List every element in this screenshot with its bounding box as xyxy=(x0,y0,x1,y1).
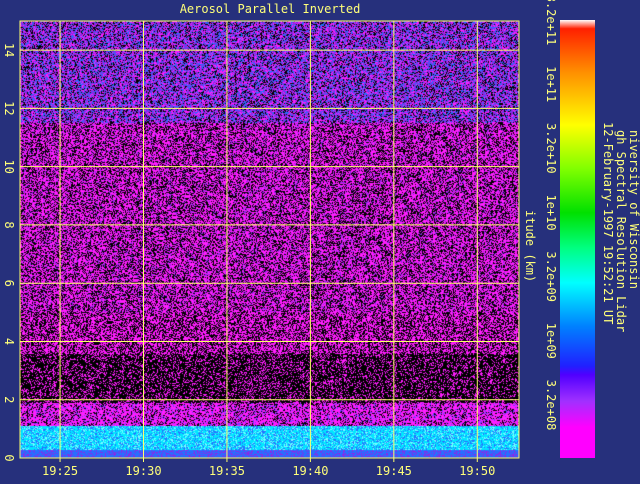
colorbar-tick-label: 3.2e+11 xyxy=(544,0,558,45)
colorbar-tick-label: 1e+10 xyxy=(544,194,558,230)
y-tick-label: 12 xyxy=(2,101,16,115)
annotation-instrument: gh Spectral Resolution Lidar xyxy=(614,130,628,332)
chart-title: Aerosol Parallel Inverted xyxy=(180,2,361,16)
colorbar-tick-label: 3.2e+10 xyxy=(544,123,558,174)
colorbar xyxy=(560,20,595,458)
annotation-block: niversity of Wisconsin gh Spectral Resol… xyxy=(601,122,640,332)
lidar-figure: Aerosol Parallel Inverted 19:25 19:30 19:3… xyxy=(0,0,640,480)
x-tick-label: 19:50 xyxy=(459,464,495,478)
x-tick-label: 19:25 xyxy=(42,464,78,478)
annotation-date: 12-February-1997 19:52:21 UT xyxy=(601,122,615,324)
backscatter-raster xyxy=(20,21,519,458)
y-tick-label: 8 xyxy=(2,221,16,228)
colorbar-tick-label: 1e+09 xyxy=(544,323,558,359)
x-axis: 19:25 19:30 19:35 19:40 19:45 19:50 xyxy=(42,458,495,478)
y-tick-label: 6 xyxy=(2,280,16,287)
x-tick-label: 19:45 xyxy=(376,464,412,478)
y-tick-label: 2 xyxy=(2,396,16,403)
y-tick-label: 10 xyxy=(2,159,16,173)
y-tick-label: 14 xyxy=(2,43,16,57)
y-axis-label: itude (km) xyxy=(523,210,537,282)
colorbar-tick-label: 3.2e+09 xyxy=(544,251,558,302)
x-tick-label: 19:35 xyxy=(209,464,245,478)
x-tick-label: 19:40 xyxy=(292,464,328,478)
y-tick-label: 0 xyxy=(2,454,16,461)
colorbar-ticks: 3.2e+08 1e+09 3.2e+09 1e+10 3.2e+10 1e+11 3.2e… xyxy=(544,0,558,430)
chart-svg: Aerosol Parallel Inverted 19:25 19:30 19:3… xyxy=(2,0,640,478)
y-tick-label: 4 xyxy=(2,338,16,345)
y-axis: 0 2 4 6 8 10 12 14 xyxy=(2,43,16,462)
backscatter-image xyxy=(20,21,519,458)
colorbar-tick-label: 3.2e+08 xyxy=(544,380,558,431)
colorbar-tick-label: 1e+11 xyxy=(544,66,558,102)
colorbar-gradient xyxy=(560,20,595,458)
x-tick-label: 19:30 xyxy=(125,464,161,478)
